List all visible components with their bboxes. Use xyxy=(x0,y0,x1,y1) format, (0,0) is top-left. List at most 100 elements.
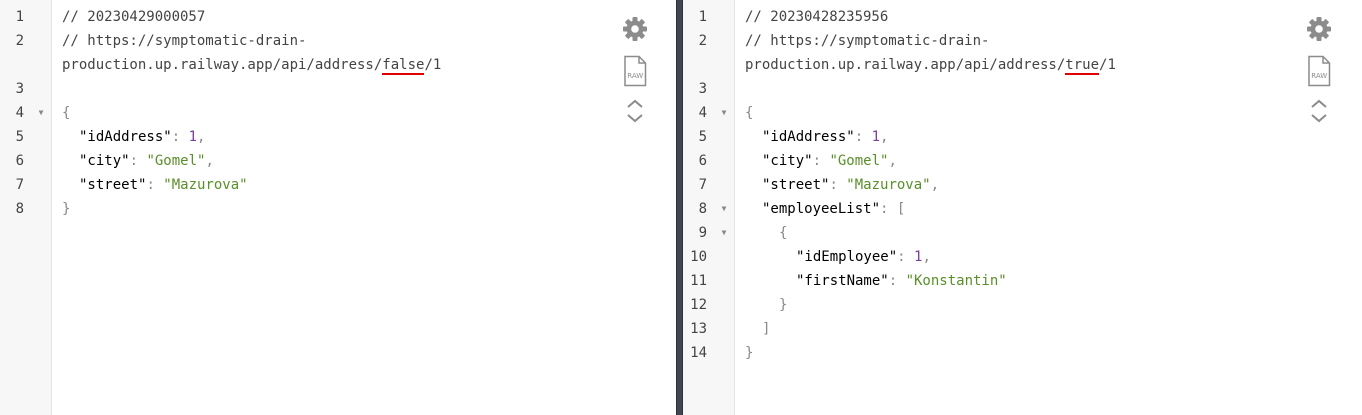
code-token: 1 xyxy=(188,129,198,145)
raw-view-button[interactable]: RAW xyxy=(619,55,651,87)
code-token: "Mazurova" xyxy=(163,177,248,193)
line-number: 12 xyxy=(690,297,707,313)
code-line: 7 "street": "Mazurova" xyxy=(0,173,620,197)
code-token: // 20230428235956 xyxy=(745,9,889,25)
code-token: : xyxy=(171,129,189,145)
code-token: , xyxy=(922,249,931,265)
settings-button[interactable] xyxy=(1303,15,1335,43)
code-token: "Gomel" xyxy=(829,153,889,169)
code-text: "firstName": "Konstantin" xyxy=(745,269,1007,293)
raw-file-icon: RAW xyxy=(619,55,651,87)
line-number: 6 xyxy=(15,153,24,169)
code-text: // 20230428235956 xyxy=(745,5,888,29)
code-token: : xyxy=(888,273,906,289)
chevron-down-icon xyxy=(1303,113,1335,123)
fold-toggle-icon[interactable]: ▼ xyxy=(720,101,728,125)
line-number: 2 xyxy=(15,33,24,49)
code-token: : xyxy=(812,153,830,169)
code-token: : xyxy=(854,129,872,145)
code-text: "idAddress": 1, xyxy=(62,125,205,149)
code-token: "employeeList" xyxy=(762,201,881,217)
code-token: "idAddress" xyxy=(79,129,172,145)
code-text: // https://symptomatic-drain- xyxy=(62,29,306,53)
json-code-right: 1 // 20230428235956 2 // https://symptomati… xyxy=(683,5,1303,365)
code-token: { xyxy=(745,105,754,121)
code-line: 5 "idAddress": 1, xyxy=(683,125,1303,149)
pane-splitter[interactable] xyxy=(676,0,683,415)
code-token: "city" xyxy=(762,153,813,169)
code-token: } xyxy=(62,201,71,217)
json-code-left: 1 // 20230429000057 2 // https://symptomati… xyxy=(0,5,620,221)
code-text: "city": "Gomel", xyxy=(745,149,897,173)
code-token: , xyxy=(930,177,940,193)
code-line: 6 "city": "Gomel", xyxy=(0,149,620,173)
raw-label: RAW xyxy=(1311,72,1327,80)
code-text: "street": "Mazurova" xyxy=(62,173,248,197)
code-text: } xyxy=(745,293,787,317)
code-token: } xyxy=(779,297,788,313)
line-number: 4 xyxy=(15,105,24,121)
code-text: } xyxy=(62,197,70,221)
code-token: /1 xyxy=(1099,57,1116,73)
code-text: // 20230429000057 xyxy=(62,5,205,29)
code-text: "idAddress": 1, xyxy=(745,125,888,149)
code-token: "Mazurova" xyxy=(846,177,931,193)
line-number: 5 xyxy=(15,129,24,145)
code-text: } xyxy=(745,341,753,365)
line-number: 9 xyxy=(698,225,707,241)
code-text: "idEmployee": 1, xyxy=(745,245,931,269)
code-line: 8} xyxy=(0,197,620,221)
chevron-up-icon xyxy=(1303,99,1335,109)
code-line: 4 ▼ { xyxy=(683,101,1303,125)
raw-view-button[interactable]: RAW xyxy=(1303,55,1335,87)
code-text: // https://symptomatic-drain- xyxy=(745,29,989,53)
line-number: 13 xyxy=(690,321,707,337)
fold-toggle-icon[interactable]: ▼ xyxy=(720,197,728,221)
line-number: 6 xyxy=(698,153,707,169)
viewer-toolbar-right: RAW xyxy=(1303,15,1335,135)
code-text: { xyxy=(745,101,753,125)
line-number: 7 xyxy=(15,177,24,193)
code-token: , xyxy=(205,153,214,169)
highlighted-token: true xyxy=(1065,57,1100,75)
collapse-all-button[interactable] xyxy=(619,99,651,109)
code-token: /1 xyxy=(424,57,442,73)
line-number: 3 xyxy=(15,81,24,97)
line-number: 11 xyxy=(690,273,707,289)
fold-toggle-icon[interactable]: ▼ xyxy=(720,221,728,245)
code-token: , xyxy=(197,129,206,145)
code-line: 3 xyxy=(0,77,620,101)
line-number: 8 xyxy=(698,201,707,217)
code-token: : xyxy=(129,153,147,169)
fold-toggle-icon[interactable]: ▼ xyxy=(37,101,45,125)
code-line: 10 "idEmployee": 1, xyxy=(683,245,1303,269)
expand-all-button[interactable] xyxy=(1303,113,1335,123)
highlighted-token: false xyxy=(382,57,425,75)
code-token: "Konstantin" xyxy=(905,273,1007,289)
code-token: { xyxy=(779,225,788,241)
code-token: { xyxy=(62,105,71,121)
code-text: { xyxy=(62,101,70,125)
code-token: : [ xyxy=(880,201,906,217)
code-line: 3 xyxy=(683,77,1303,101)
code-line: 2 // https://symptomatic-drain- xyxy=(0,29,620,53)
code-token: ] xyxy=(762,321,771,337)
code-line: 12} xyxy=(683,293,1303,317)
code-token: production.up.railway.app/api/address/ xyxy=(745,57,1066,73)
json-compare-screen: 1 // 20230429000057 2 // https://symptomati… xyxy=(0,0,1362,415)
left-json-viewer[interactable]: 1 // 20230429000057 2 // https://symptomati… xyxy=(0,0,676,415)
code-line: 1 // 20230429000057 xyxy=(0,5,620,29)
code-text: production.up.railway.app/api/address/fa… xyxy=(62,53,441,77)
code-line: production.up.railway.app/api/address/fa… xyxy=(0,53,620,77)
code-token: // https://symptomatic-drain- xyxy=(62,33,307,49)
code-line: 11 "firstName": "Konstantin" xyxy=(683,269,1303,293)
code-token: , xyxy=(888,153,897,169)
right-json-viewer[interactable]: 1 // 20230428235956 2 // https://symptomati… xyxy=(683,0,1362,415)
settings-button[interactable] xyxy=(619,15,651,43)
expand-all-button[interactable] xyxy=(619,113,651,123)
code-line: 8 ▼ "employeeList": [ xyxy=(683,197,1303,221)
raw-file-icon: RAW xyxy=(1303,55,1335,87)
collapse-all-button[interactable] xyxy=(1303,99,1335,109)
line-number: 2 xyxy=(698,33,707,49)
code-line: 9 ▼ { xyxy=(683,221,1303,245)
